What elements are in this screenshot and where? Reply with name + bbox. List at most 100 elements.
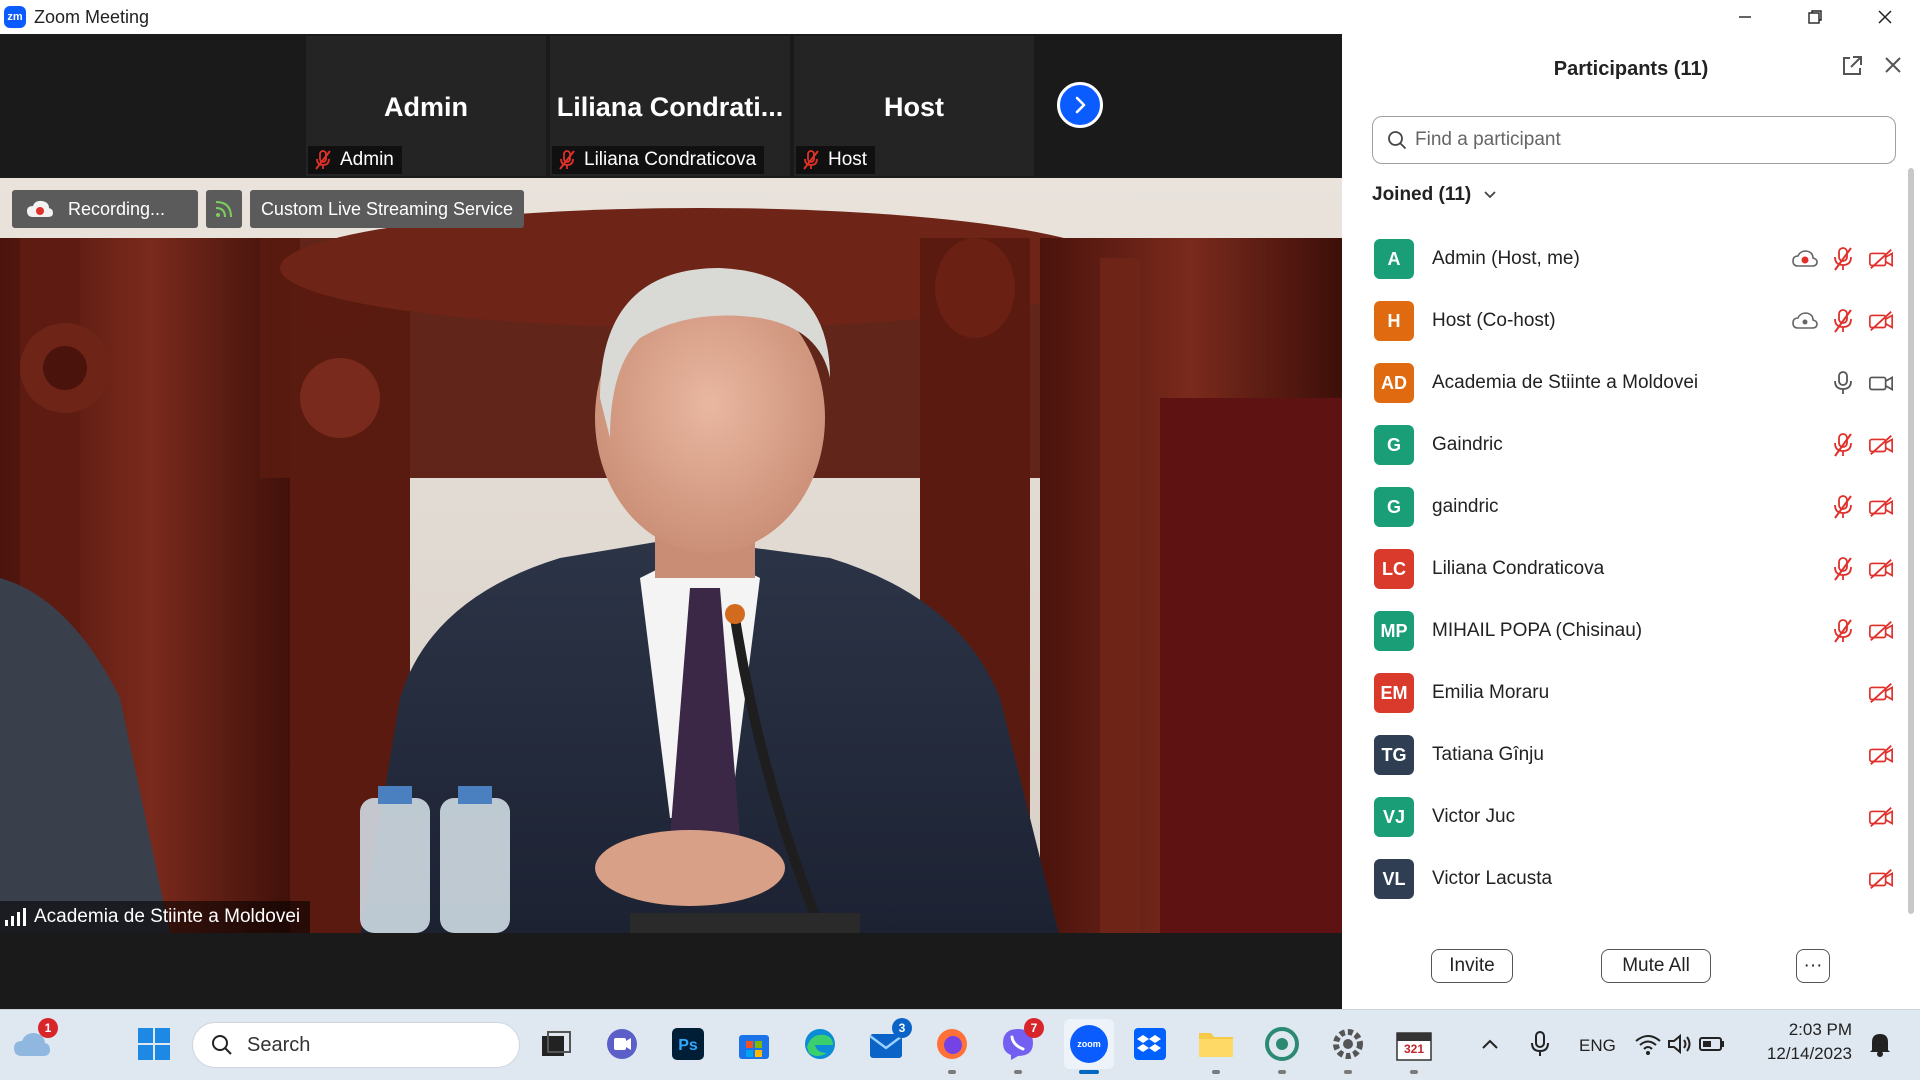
joined-section-toggle[interactable]: Joined (11) [1372, 184, 1497, 206]
participant-row[interactable]: AD Academia de Stiinte a Moldovei [1374, 352, 1894, 414]
taskbar-search-input[interactable] [247, 1033, 497, 1057]
notifications-button[interactable] [1860, 1024, 1900, 1064]
participant-list-scrollbar[interactable] [1908, 168, 1914, 914]
show-hidden-icons-button[interactable] [1470, 1024, 1510, 1064]
video-icon[interactable] [1868, 370, 1894, 396]
next-page-button[interactable] [1057, 82, 1103, 128]
participant-status-icons [1830, 476, 1894, 538]
file-explorer-app[interactable] [1196, 1024, 1236, 1074]
video-off-icon[interactable] [1868, 618, 1894, 644]
participant-row[interactable]: Ggaindric [1374, 476, 1894, 538]
video-thumbnail[interactable]: Liliana Condrati... Liliana Condraticova [550, 36, 790, 176]
participant-row[interactable]: MP MIHAIL POPA (Chisinau) [1374, 600, 1894, 662]
running-indicator [1344, 1070, 1352, 1074]
restore-button[interactable] [1780, 0, 1850, 34]
dropbox-app[interactable] [1130, 1024, 1170, 1064]
viber-app[interactable]: 7 [998, 1018, 1044, 1074]
video-off-icon[interactable] [1868, 494, 1894, 520]
mic-muted-icon[interactable] [1830, 494, 1856, 520]
avatar: TG [1374, 735, 1414, 775]
close-panel-icon[interactable] [1882, 54, 1904, 76]
video-off-icon[interactable] [1868, 804, 1894, 830]
participant-name: Liliana Condraticova [1432, 558, 1605, 579]
participant-row[interactable]: EM Emilia Moraru [1374, 662, 1894, 724]
dropbox-icon [1134, 1028, 1166, 1060]
running-indicator [1410, 1070, 1418, 1074]
mic-muted-icon[interactable] [1830, 246, 1856, 272]
avatar: EM [1374, 673, 1414, 713]
avatar: AD [1374, 363, 1414, 403]
video-off-icon[interactable] [1868, 308, 1894, 334]
participant-row[interactable]: VL Victor Lacusta [1374, 848, 1894, 910]
cloud-icon[interactable] [1792, 308, 1818, 334]
start-button[interactable] [134, 1024, 174, 1064]
video-off-icon[interactable] [1868, 742, 1894, 768]
minimize-button[interactable] [1710, 0, 1780, 34]
participant-status-icons [1868, 786, 1894, 848]
invite-button[interactable]: Invite [1431, 949, 1513, 983]
mic-muted-icon-graphic [1834, 247, 1852, 271]
mail-app[interactable]: 3 [866, 1018, 912, 1064]
participant-row[interactable]: A Admin (Host, me) [1374, 228, 1894, 290]
live-streaming-label[interactable]: Custom Live Streaming Service [250, 190, 524, 228]
video-thumbnail[interactable]: Admin Admin [306, 36, 546, 176]
participant-row[interactable]: G Gaindric [1374, 414, 1894, 476]
video-off-icon[interactable] [1868, 556, 1894, 582]
viber-badge: 7 [1024, 1018, 1044, 1038]
cloud-icon-graphic [1792, 312, 1818, 329]
video-off-icon[interactable] [1868, 866, 1894, 892]
mic-muted-icon[interactable] [1830, 556, 1856, 582]
participant-status-icons [1868, 848, 1894, 910]
participant-row[interactable]: VJ Victor Juc [1374, 786, 1894, 848]
participant-search[interactable] [1372, 116, 1896, 164]
running-indicator [948, 1070, 956, 1074]
video-thumbnail[interactable]: Host Host [794, 36, 1034, 176]
main-video-feed[interactable]: Recording... Custom Live Streaming Servi… [0, 178, 1342, 933]
mute-all-button[interactable]: Mute All [1601, 949, 1711, 983]
settings-app[interactable] [1328, 1024, 1368, 1074]
mic-muted-icon[interactable] [1830, 432, 1856, 458]
mic-muted-icon[interactable] [1830, 618, 1856, 644]
participant-row[interactable]: H Host (Co-host) [1374, 290, 1894, 352]
close-window-button[interactable] [1850, 0, 1920, 34]
taskbar-search[interactable] [192, 1022, 520, 1068]
photoshop-app[interactable]: Ps [668, 1024, 708, 1064]
language-indicator[interactable]: ENG [1579, 1036, 1616, 1056]
thumbnail-name: Host [884, 92, 944, 122]
avatar: MP [1374, 611, 1414, 651]
pop-out-icon[interactable] [1840, 54, 1864, 78]
weather-widget[interactable]: 1 [12, 1018, 58, 1064]
calendar-app[interactable]: 321 [1394, 1024, 1434, 1074]
firefox-app[interactable] [932, 1024, 972, 1074]
live-stream-status-button[interactable] [206, 190, 242, 228]
media-app[interactable] [1262, 1024, 1302, 1074]
video-off-icon[interactable] [1868, 432, 1894, 458]
microsoft-store-app[interactable] [734, 1024, 774, 1064]
video-off-icon[interactable] [1868, 680, 1894, 706]
mic-muted-icon[interactable] [1830, 308, 1856, 334]
clock[interactable]: 2:03 PM 12/14/2023 [1756, 1020, 1852, 1064]
teams-chat-app[interactable] [602, 1024, 642, 1064]
microphone-tray[interactable] [1520, 1024, 1560, 1064]
mic-icon[interactable] [1830, 370, 1856, 396]
participant-search-input[interactable] [1415, 129, 1855, 151]
cloud-record-icon-graphic [1792, 250, 1818, 267]
participants-panel: Participants (11) Joined (11) A Admin (Ho… [1342, 34, 1920, 1009]
volume-icon [1668, 1033, 1691, 1055]
close-icon [1878, 10, 1892, 24]
task-view-button[interactable] [536, 1024, 576, 1064]
zoom-app[interactable]: zoom [1064, 1019, 1114, 1074]
participant-status-icons [1830, 352, 1894, 414]
avatar: H [1374, 301, 1414, 341]
edge-browser-app[interactable] [800, 1024, 840, 1064]
recording-indicator[interactable]: Recording... [12, 190, 198, 228]
network-volume-battery-tray[interactable] [1630, 1024, 1730, 1064]
folder-icon [1199, 1033, 1233, 1057]
video-off-icon[interactable] [1868, 246, 1894, 272]
participant-row[interactable]: LC Liliana Condraticova [1374, 538, 1894, 600]
participant-row[interactable]: TG Tatiana Gînju [1374, 724, 1894, 786]
windows-logo-icon [138, 1028, 170, 1060]
more-options-button[interactable]: ··· [1796, 949, 1830, 983]
cloud-record-icon[interactable] [1792, 246, 1818, 272]
video-off-icon-graphic [1869, 683, 1893, 703]
